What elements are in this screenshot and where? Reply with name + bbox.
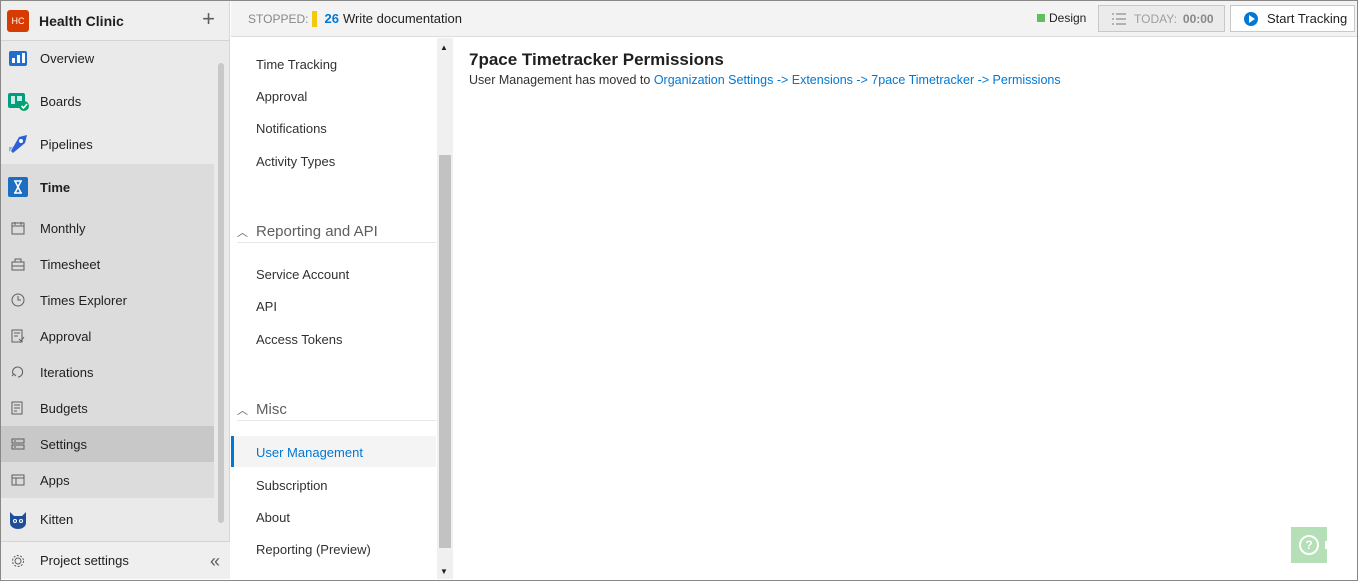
nav-item-pipelines[interactable]: Pipelines — [1, 126, 214, 162]
chevron-up-icon: ︿ — [237, 404, 248, 417]
org-badge[interactable]: HC — [7, 9, 29, 32]
page-description: User Management has moved to Organizatio… — [469, 73, 1061, 87]
nav-item-label: Times Explorer — [40, 292, 127, 308]
subnav-access-tokens[interactable]: Access Tokens — [256, 332, 342, 347]
nav-item-iterations[interactable]: Iterations — [1, 354, 214, 390]
org-header: HC Health Clinic + — [1, 1, 229, 41]
org-name[interactable]: Health Clinic — [39, 13, 124, 29]
clock-icon — [10, 292, 26, 308]
subnav-user-management[interactable]: User Management — [256, 445, 363, 460]
section-reporting-and-api[interactable]: ︿ Reporting and API — [237, 221, 436, 243]
activity-color-swatch — [1037, 14, 1045, 22]
apps-icon — [10, 472, 26, 488]
overview-icon — [7, 47, 29, 69]
help-button[interactable]: ? — [1291, 527, 1327, 563]
question-icon: ? — [1299, 535, 1319, 555]
chevron-up-icon: ︿ — [237, 226, 248, 239]
add-icon[interactable]: + — [202, 8, 215, 30]
status-indicator — [312, 10, 318, 27]
nav-item-label: Time — [40, 179, 71, 195]
page-title: 7pace Timetracker Permissions — [469, 50, 724, 69]
nav-item-label: Approval — [40, 328, 92, 344]
nav-item-label: Budgets — [40, 400, 88, 416]
description-text: User Management has moved to — [469, 73, 654, 87]
timetracker-topbar: STOPPED: 26 Write documentation Design T… — [231, 1, 1357, 37]
scroll-down-icon[interactable]: ▼ — [440, 567, 448, 576]
play-icon — [1244, 11, 1258, 26]
nav-item-apps[interactable]: Apps — [1, 462, 214, 498]
approval-icon — [10, 328, 26, 344]
nav-item-label: Boards — [40, 93, 82, 109]
nav-item-label: Iterations — [40, 364, 94, 380]
nav-item-monthly[interactable]: Monthly — [1, 210, 214, 246]
work-item-id[interactable]: 26 — [324, 11, 338, 26]
nav-item-label: Pipelines — [40, 136, 93, 152]
nav-item-label: Overview — [40, 50, 95, 66]
start-tracking-button[interactable]: Start Tracking — [1230, 5, 1355, 32]
subnav-scrollbar-thumb[interactable] — [439, 155, 451, 548]
section-title: Misc — [256, 401, 287, 418]
subnav-api[interactable]: API — [256, 299, 277, 314]
settings-icon — [10, 436, 26, 452]
section-title: Reporting and API — [256, 223, 378, 240]
nav-item-timesheet[interactable]: Timesheet — [1, 246, 214, 282]
nav-item-times-explorer[interactable]: Times Explorer — [1, 282, 214, 318]
main-content: 7pace Timetracker Permissions User Manag… — [459, 38, 1356, 579]
activity-label: Design — [1049, 11, 1087, 25]
nav-item-approval[interactable]: Approval — [1, 318, 214, 354]
gear-icon — [10, 553, 26, 569]
boards-icon — [7, 90, 29, 112]
collapse-nav-icon[interactable]: « — [210, 551, 220, 572]
subnav-activity-types[interactable]: Activity Types — [256, 154, 335, 169]
project-settings[interactable]: Project settings « — [1, 541, 230, 579]
permissions-link[interactable]: Organization Settings -> Extensions -> 7… — [654, 73, 1061, 87]
subnav-about[interactable]: About — [256, 510, 290, 525]
left-navigation: HC Health Clinic + Overview Boards Pipel… — [1, 1, 230, 579]
subnav-reporting-preview[interactable]: Reporting (Preview) — [256, 542, 371, 557]
start-tracking-label: Start Tracking — [1267, 11, 1348, 26]
nav-item-label: Kitten — [40, 511, 74, 527]
section-misc[interactable]: ︿ Misc — [237, 399, 436, 421]
today-label: TODAY: — [1134, 11, 1177, 26]
help-tab-notch — [1325, 541, 1331, 549]
nav-item-label: Timesheet — [40, 256, 101, 272]
subnav-service-account[interactable]: Service Account — [256, 267, 349, 282]
scroll-up-icon[interactable]: ▲ — [440, 43, 448, 52]
time-icon — [7, 176, 29, 198]
tracking-status: STOPPED: — [248, 11, 309, 26]
nav-item-time[interactable]: Time — [1, 164, 214, 210]
calendar-icon — [10, 220, 26, 236]
nav-item-label: Settings — [40, 436, 87, 452]
nav-item-overview[interactable]: Overview — [1, 42, 214, 74]
nav-item-budgets[interactable]: Budgets — [1, 390, 214, 426]
nav-item-label: Monthly — [40, 220, 86, 236]
work-item-title[interactable]: Write documentation — [343, 11, 462, 26]
subnav-time-tracking[interactable]: Time Tracking — [256, 57, 337, 72]
left-nav-scrollbar[interactable] — [218, 63, 224, 523]
today-summary[interactable]: TODAY: 00:00 — [1098, 5, 1225, 32]
budgets-icon — [10, 400, 26, 416]
project-settings-label: Project settings — [40, 553, 129, 568]
nav-item-settings[interactable]: Settings — [1, 426, 214, 462]
pipelines-icon — [7, 133, 29, 155]
nav-item-label: Apps — [40, 472, 70, 488]
iterations-icon — [10, 364, 26, 380]
settings-subnav: Time Tracking Approval Notifications Act… — [231, 38, 436, 579]
list-icon — [1112, 12, 1126, 25]
nav-item-boards[interactable]: Boards — [1, 83, 214, 119]
subnav-subscription[interactable]: Subscription — [256, 478, 328, 493]
nav-item-kitten[interactable]: Kitten — [1, 501, 214, 537]
kitten-icon — [7, 508, 29, 530]
activity-type[interactable]: Design — [1037, 11, 1086, 25]
subnav-notifications[interactable]: Notifications — [256, 121, 327, 136]
timesheet-icon — [10, 256, 26, 272]
subnav-approval[interactable]: Approval — [256, 89, 307, 104]
today-time: 00:00 — [1182, 11, 1214, 26]
